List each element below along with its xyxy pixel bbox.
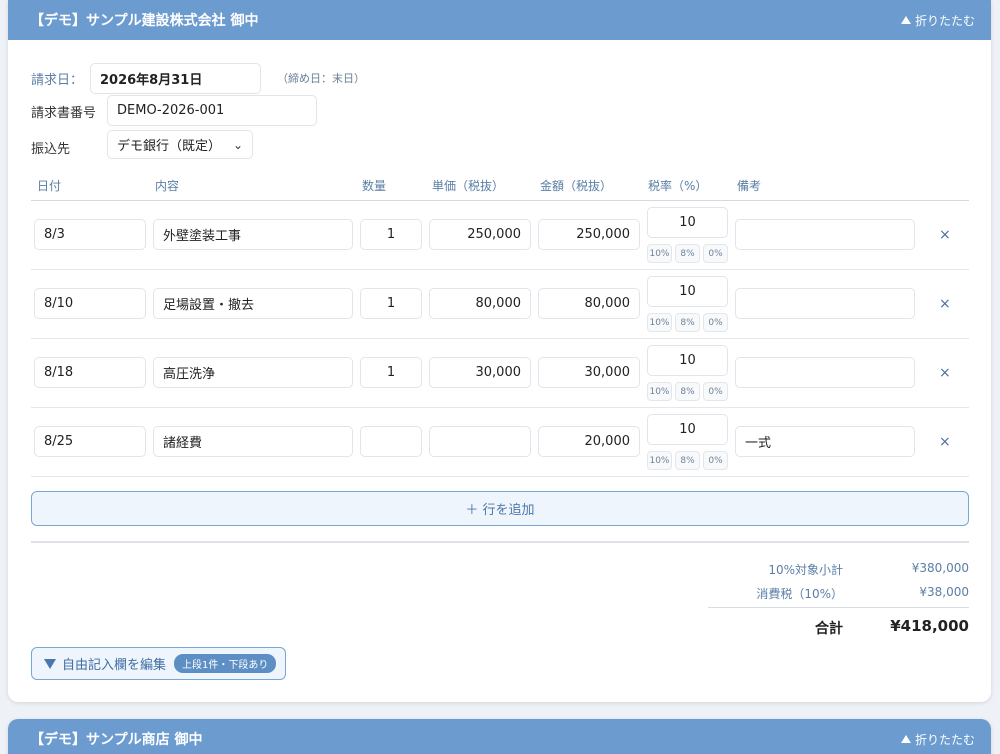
billing-date-label: 請求日：: [31, 73, 84, 88]
collapse-label-2: 折りたたむ: [914, 732, 975, 747]
triangle-up-icon: [900, 16, 911, 24]
card-title: 【デモ】サンプル建設株式会社 御中: [30, 13, 259, 29]
bank-label: 振込先: [31, 142, 71, 157]
add-row-button[interactable]: ＋ 行を追加: [31, 491, 969, 526]
tax-option-8[interactable]: 8%: [675, 382, 700, 401]
collapse-button-2[interactable]: 折りたたむ: [900, 731, 975, 748]
row-qty-field[interactable]: [360, 426, 422, 457]
invoice-card-2-header: 【デモ】サンプル商店 御中 折りたたむ: [8, 719, 991, 754]
row-note-field[interactable]: 一式: [735, 426, 915, 457]
billing-date-field[interactable]: 2026年8月31日: [90, 63, 261, 94]
billing-date-hint: （締め日：末日）: [277, 72, 365, 85]
tax-option-8[interactable]: 8%: [675, 451, 700, 470]
header-divider: [31, 200, 969, 201]
row-desc-field[interactable]: 諸経費: [153, 426, 353, 457]
bank-select[interactable]: デモ銀行（既定） ⌄: [107, 130, 253, 159]
total-value: ¥418,000: [890, 617, 969, 635]
row-desc-field[interactable]: 外壁塗装工事: [153, 219, 353, 250]
delete-row-icon[interactable]: ×: [939, 227, 951, 243]
row-note-field[interactable]: [735, 357, 915, 388]
row-qty-field[interactable]: 1: [360, 288, 422, 319]
row-divider: [31, 476, 969, 477]
row-qty-field[interactable]: 1: [360, 357, 422, 388]
subtotal-label: 10%対象小計: [768, 563, 843, 577]
triangle-down-icon: [44, 658, 56, 669]
triangle-up-icon: [900, 735, 911, 743]
total-label: 合計: [815, 621, 843, 637]
delete-row-icon[interactable]: ×: [939, 434, 951, 450]
row-qty-field[interactable]: 1: [360, 219, 422, 250]
tax-value: ¥38,000: [919, 585, 969, 599]
collapse-button[interactable]: 折りたたむ: [900, 12, 975, 29]
row-amount-field[interactable]: 80,000: [538, 288, 640, 319]
tax-option-0[interactable]: 0%: [703, 451, 728, 470]
row-tax-field[interactable]: 10: [647, 276, 728, 307]
row-tax-field[interactable]: 10: [647, 207, 728, 238]
row-unit-price-field[interactable]: 250,000: [429, 219, 531, 250]
delete-row-icon[interactable]: ×: [939, 296, 951, 312]
row-date-field[interactable]: 8/3: [34, 219, 146, 250]
col-amount: 金額（税抜）: [540, 179, 613, 193]
row-amount-field[interactable]: 20,000: [538, 426, 640, 457]
row-note-field[interactable]: [735, 219, 915, 250]
bank-select-value: デモ銀行（既定）: [117, 139, 222, 154]
delete-row-icon[interactable]: ×: [939, 365, 951, 381]
subtotal-value: ¥380,000: [911, 561, 969, 575]
tax-option-0[interactable]: 0%: [703, 244, 728, 263]
row-divider: [31, 269, 969, 270]
row-date-field[interactable]: 8/10: [34, 288, 146, 319]
row-date-field[interactable]: 8/18: [34, 357, 146, 388]
collapse-label: 折りたたむ: [914, 13, 975, 28]
row-amount-field[interactable]: 250,000: [538, 219, 640, 250]
row-unit-price-field[interactable]: 80,000: [429, 288, 531, 319]
free-edit-button[interactable]: 自由記入欄を編集 上段1件・下段あり: [31, 647, 286, 680]
invoice-card: 【デモ】サンプル建設株式会社 御中 折りたたむ 請求日： 2026年8月31日 …: [8, 0, 991, 702]
card-2-title: 【デモ】サンプル商店 御中: [30, 732, 203, 748]
tax-option-10[interactable]: 10%: [647, 313, 672, 332]
row-divider: [31, 338, 969, 339]
row-divider: [31, 407, 969, 408]
tax-option-8[interactable]: 8%: [675, 313, 700, 332]
row-desc-field[interactable]: 足場設置・撤去: [153, 288, 353, 319]
tax-option-8[interactable]: 8%: [675, 244, 700, 263]
col-unit-price: 単価（税抜）: [432, 179, 505, 193]
row-unit-price-field[interactable]: [429, 426, 531, 457]
row-note-field[interactable]: [735, 288, 915, 319]
col-tax-rate: 税率（%）: [648, 179, 708, 193]
tax-option-0[interactable]: 0%: [703, 313, 728, 332]
col-qty: 数量: [362, 179, 387, 193]
free-edit-label: 自由記入欄を編集: [62, 658, 167, 673]
tax-option-10[interactable]: 10%: [647, 244, 672, 263]
tax-option-0[interactable]: 0%: [703, 382, 728, 401]
tax-label: 消費税（10%）: [756, 587, 843, 601]
row-date-field[interactable]: 8/25: [34, 426, 146, 457]
invoice-card-2: 【デモ】サンプル商店 御中 折りたたむ: [8, 719, 991, 754]
invoice-no-field[interactable]: DEMO-2026-001: [107, 95, 317, 126]
tax-option-10[interactable]: 10%: [647, 382, 672, 401]
row-amount-field[interactable]: 30,000: [538, 357, 640, 388]
chevron-down-icon: ⌄: [232, 137, 243, 152]
row-unit-price-field[interactable]: 30,000: [429, 357, 531, 388]
free-edit-badge: 上段1件・下段あり: [174, 654, 277, 673]
col-note: 備考: [737, 179, 762, 193]
section-divider: [31, 541, 969, 543]
row-tax-field[interactable]: 10: [647, 414, 728, 445]
invoice-card-header: 【デモ】サンプル建設株式会社 御中 折りたたむ: [8, 0, 991, 40]
tax-option-10[interactable]: 10%: [647, 451, 672, 470]
summary-divider: [708, 607, 969, 608]
col-date: 日付: [37, 179, 62, 193]
col-desc: 内容: [155, 179, 180, 193]
invoice-no-label: 請求書番号: [31, 106, 97, 121]
row-desc-field[interactable]: 高圧洗浄: [153, 357, 353, 388]
row-tax-field[interactable]: 10: [647, 345, 728, 376]
